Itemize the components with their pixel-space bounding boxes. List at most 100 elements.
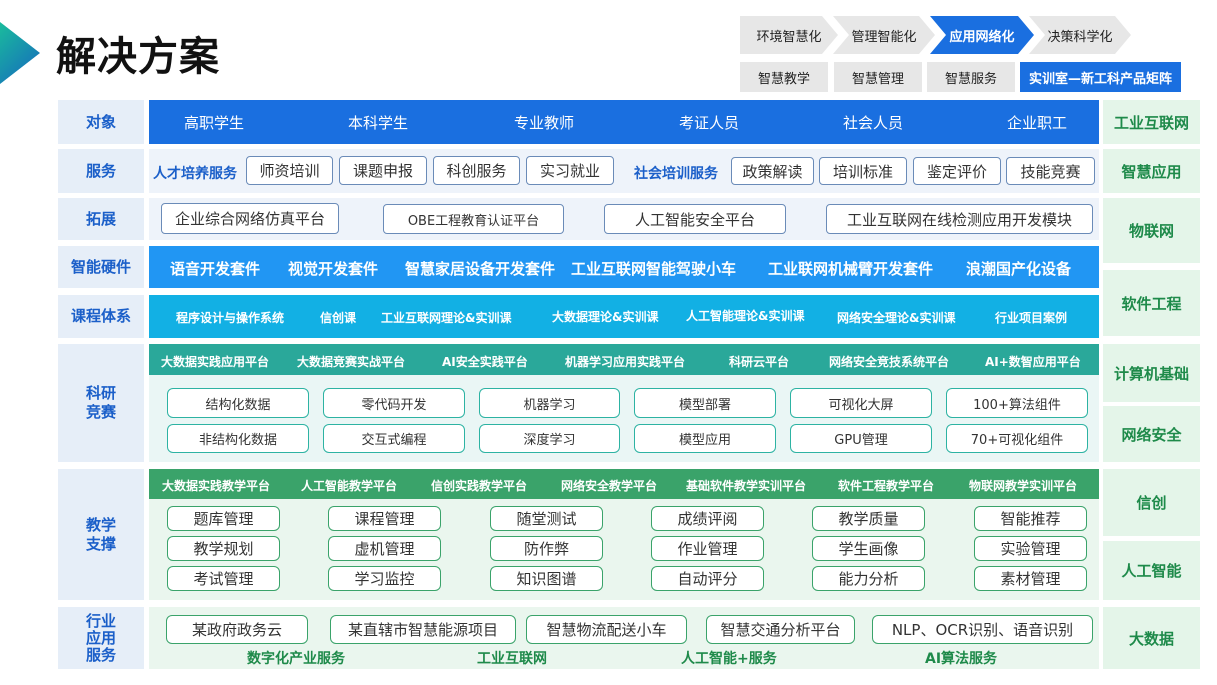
industry-service: AI算法服务 [925,651,998,667]
right-item-big-data: 大数据 [1103,607,1200,669]
subtab-smart-teaching[interactable]: 智慧教学 [740,62,828,92]
industry-service: 数字化产业服务 [247,651,345,667]
teaching-platform: 网络安全教学平台 [561,479,658,493]
research-feature[interactable]: 深度学习 [479,424,620,453]
row-label-teaching: 教学 支撑 [58,469,144,600]
research-feature[interactable]: GPU管理 [790,424,932,453]
row-label-industry-line3: 服务 [85,645,116,664]
teaching-feature[interactable]: 作业管理 [651,536,764,561]
row-label-service: 服务 [58,149,144,193]
industry-case[interactable]: 智慧物流配送小车 [526,615,687,644]
teaching-feature[interactable]: 实验管理 [974,536,1087,561]
research-feature[interactable]: 可视化大屏 [790,388,932,418]
research-feature[interactable]: 模型部署 [634,388,776,418]
teaching-platform: 人工智能教学平台 [301,479,398,493]
teaching-feature[interactable]: 能力分析 [812,566,925,591]
service-item[interactable]: 鉴定评价 [913,157,1001,185]
stage-tab-management[interactable]: 管理智能化 [833,16,935,54]
right-item-xinchuang: 信创 [1103,469,1200,536]
teaching-feature[interactable]: 学习监控 [328,566,441,591]
slide: 解决方案 环境智慧化 管理智能化 应用网络化 决策科学化 智慧教学 智慧管理 智… [0,0,1217,685]
subtab-smart-service[interactable]: 智慧服务 [927,62,1015,92]
research-feature[interactable]: 非结构化数据 [167,424,309,453]
service-item[interactable]: 培训标准 [819,157,907,185]
stage-tab-application[interactable]: 应用网络化 [930,16,1034,54]
service-group-social: 社会培训服务 [634,166,718,182]
research-feature[interactable]: 结构化数据 [167,388,309,418]
teaching-feature[interactable]: 教学规划 [167,536,280,561]
industry-service: 人工智能+服务 [681,651,777,667]
teaching-feature[interactable]: 课程管理 [328,506,441,531]
expand-item[interactable]: OBE工程教育认证平台 [383,204,564,234]
industry-case[interactable]: 智慧交通分析平台 [706,615,855,644]
course-item: 网络安全理论&实训课 [837,311,956,325]
target-item: 考证人员 [679,113,740,132]
research-platform: 大数据竞赛实战平台 [297,355,406,369]
course-item: 大数据理论&实训课 [552,310,659,324]
row-label-course: 课程体系 [58,295,144,338]
research-platform: 网络安全竞技系统平台 [829,355,950,369]
hardware-item: 工业互联网智能驾驶小车 [571,260,737,278]
teaching-feature[interactable]: 智能推荐 [974,506,1087,531]
target-item: 社会人员 [843,113,904,132]
teaching-feature[interactable]: 自动评分 [651,566,764,591]
teaching-platform: 物联网教学实训平台 [969,479,1078,493]
research-platform: AI+数智应用平台 [985,355,1081,369]
service-item[interactable]: 课题申报 [339,156,427,185]
teaching-feature[interactable]: 成绩评阅 [651,506,764,531]
hardware-item: 语音开发套件 [170,260,261,278]
right-item-computer-basics: 计算机基础 [1103,344,1200,402]
teaching-feature[interactable]: 教学质量 [812,506,925,531]
right-item-ai: 人工智能 [1103,541,1200,600]
row-label-research-line1: 科研 [85,384,116,402]
research-feature[interactable]: 模型应用 [634,424,776,453]
subtab-training-room[interactable]: 实训室—新工科产品矩阵 [1020,62,1181,92]
teaching-feature[interactable]: 考试管理 [167,566,280,591]
stage-tab-decision[interactable]: 决策科学化 [1029,16,1131,54]
target-item: 高职学生 [184,113,245,132]
hardware-item: 智慧家居设备开发套件 [405,260,556,278]
teaching-feature[interactable]: 知识图谱 [490,566,603,591]
teaching-feature[interactable]: 随堂测试 [490,506,603,531]
subtab-smart-management[interactable]: 智慧管理 [834,62,922,92]
service-band: 人才培养服务 师资培训 课题申报 科创服务 实习就业 社会培训服务 政策解读 培… [149,149,1099,193]
teaching-feature[interactable]: 题库管理 [167,506,280,531]
service-item[interactable]: 科创服务 [433,156,520,185]
industry-service: 工业互联网 [477,651,547,667]
service-group-talent: 人才培养服务 [153,166,237,182]
stage-tab-environment[interactable]: 环境智慧化 [740,16,838,54]
research-platform: 科研云平台 [729,355,790,369]
research-feature[interactable]: 机器学习 [479,388,620,418]
expand-item[interactable]: 人工智能安全平台 [604,204,786,234]
service-item[interactable]: 技能竞赛 [1006,157,1095,185]
hardware-item: 浪潮国产化设备 [966,260,1072,278]
teaching-feature[interactable]: 素材管理 [974,566,1087,591]
expand-item[interactable]: 企业综合网络仿真平台 [161,203,339,234]
right-item-software-engineering: 软件工程 [1103,270,1200,336]
research-feature[interactable]: 100+算法组件 [946,388,1088,418]
target-band: 高职学生 本科学生 专业教师 考证人员 社会人员 企业职工 [149,100,1099,144]
target-item: 专业教师 [514,113,575,132]
industry-case[interactable]: 某政府政务云 [166,615,308,644]
course-item: 工业互联网理论&实训课 [381,311,512,325]
service-item[interactable]: 政策解读 [731,157,814,185]
teaching-feature[interactable]: 防作弊 [490,536,603,561]
service-item[interactable]: 师资培训 [246,156,333,185]
research-feature[interactable]: 交互式编程 [323,424,465,453]
industry-case[interactable]: NLP、OCR识别、语音识别 [872,615,1093,644]
research-feature[interactable]: 零代码开发 [323,388,465,418]
expand-band: 企业综合网络仿真平台 OBE工程教育认证平台 人工智能安全平台 工业互联网在线检… [149,198,1099,240]
teaching-feature[interactable]: 学生画像 [812,536,925,561]
target-item: 本科学生 [348,113,409,132]
teaching-feature[interactable]: 虚机管理 [328,536,441,561]
research-area: 大数据实践应用平台 大数据竞赛实战平台 AI安全实践平台 机器学习应用实践平台 … [149,344,1099,462]
row-label-teaching-line2: 支撑 [85,534,116,553]
expand-item[interactable]: 工业互联网在线检测应用开发模块 [826,204,1093,234]
industry-case[interactable]: 某直辖市智慧能源项目 [330,615,516,644]
arrow-logo-icon [0,22,40,84]
research-feature[interactable]: 70+可视化组件 [946,424,1088,453]
teaching-area: 大数据实践教学平台 人工智能教学平台 信创实践教学平台 网络安全教学平台 基础软… [149,469,1099,600]
service-item[interactable]: 实习就业 [526,156,614,185]
row-label-target: 对象 [58,100,144,144]
teaching-platform-bar: 大数据实践教学平台 人工智能教学平台 信创实践教学平台 网络安全教学平台 基础软… [149,469,1099,499]
